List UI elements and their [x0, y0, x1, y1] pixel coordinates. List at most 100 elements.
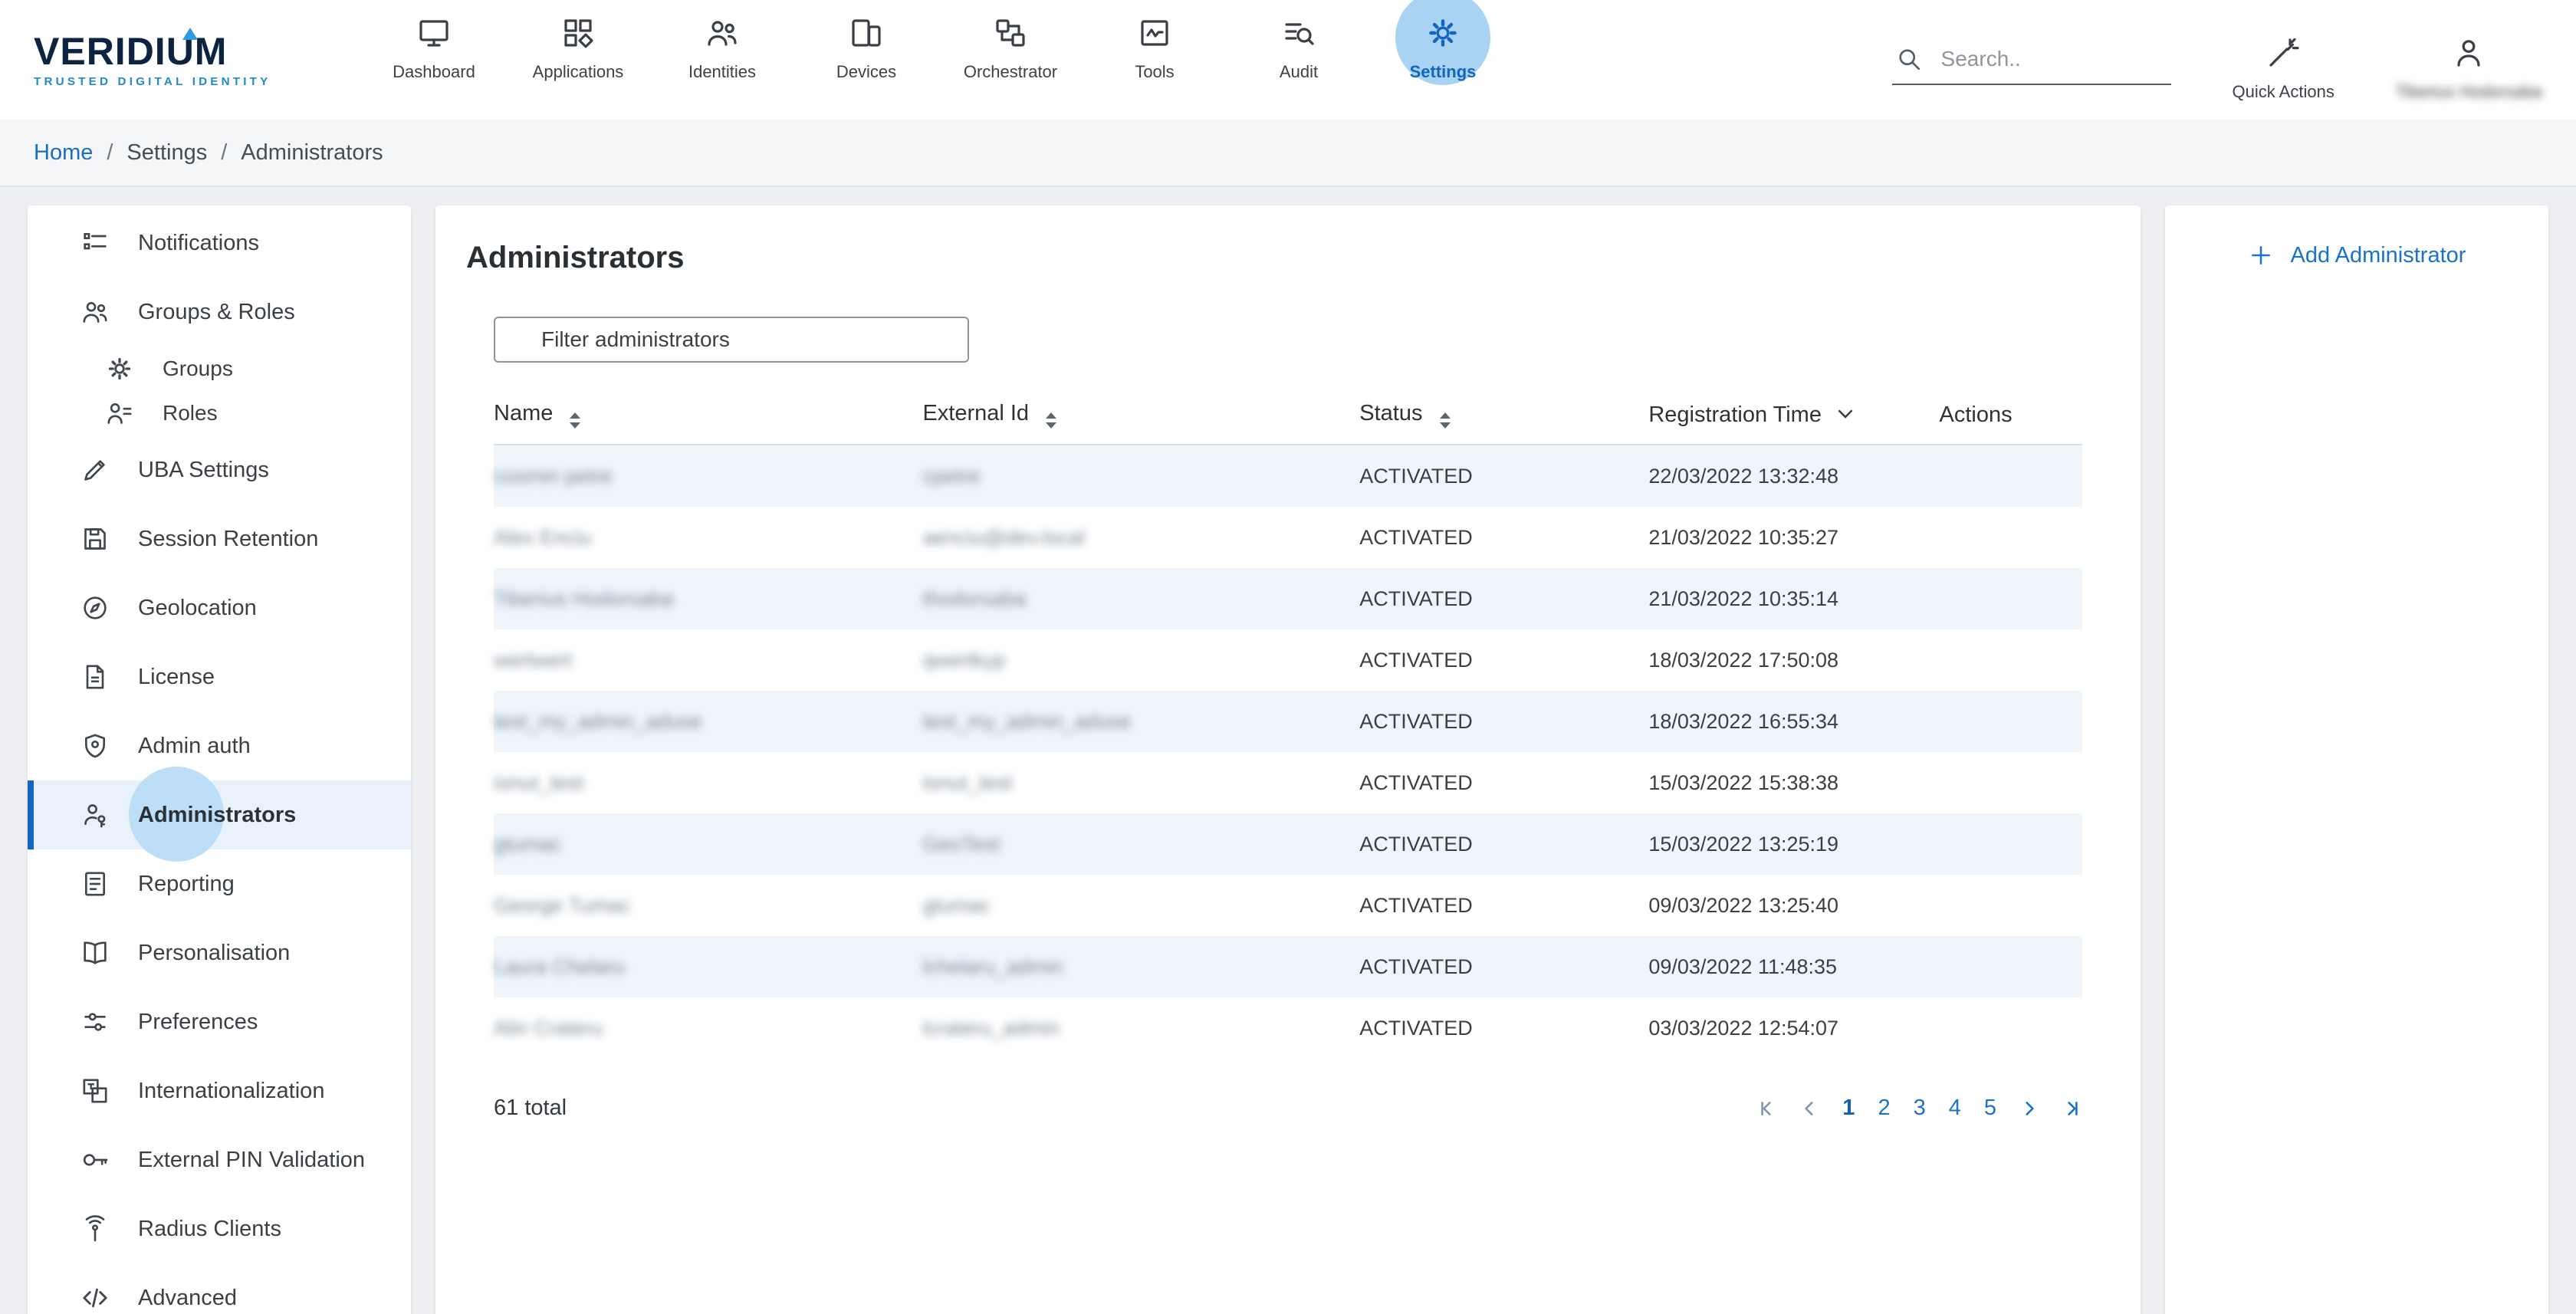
cell-name: Alex Enciu: [494, 507, 922, 568]
code-icon: [80, 1283, 110, 1313]
sidebar-item-advanced[interactable]: Advanced: [28, 1263, 411, 1314]
cell-actions: [1940, 629, 2083, 691]
cell-actions: [1940, 568, 2083, 629]
cell-external-id: thodorsaba: [922, 568, 1359, 629]
open-book-icon: [80, 938, 110, 968]
quick-actions-button[interactable]: Quick Actions: [2233, 27, 2334, 102]
sidebar-item-preferences[interactable]: Preferences: [28, 987, 411, 1056]
table-row: cosmin petre cpetre ACTIVATED 22/03/2022…: [494, 445, 2082, 507]
column-header-name[interactable]: Name: [494, 387, 922, 445]
sidebar-item-admin-auth[interactable]: Admin auth: [28, 711, 411, 780]
breadcrumb-home[interactable]: Home: [34, 140, 93, 166]
cell-actions: [1940, 997, 2083, 1059]
page-body: Notifications Groups & Roles Groups Role…: [0, 187, 2576, 1314]
table-row: gtumac GeoTest ACTIVATED 15/03/2022 13:2…: [494, 813, 2082, 875]
add-administrator-button[interactable]: Add Administrator: [2165, 242, 2548, 268]
breadcrumb-settings[interactable]: Settings: [127, 140, 207, 166]
sidebar-item-groups-roles[interactable]: Groups & Roles: [28, 278, 411, 347]
key-icon: [80, 1145, 110, 1175]
table-header-row: Name External Id Status Registratio: [494, 387, 2082, 445]
sidebar-item-administrators[interactable]: Administrators: [28, 780, 411, 849]
sidebar-item-session-retention[interactable]: Session Retention: [28, 504, 411, 573]
actions-panel: Add Administrator: [2165, 205, 2548, 1314]
column-header-status[interactable]: Status: [1359, 387, 1648, 445]
plus-icon: [2248, 242, 2274, 268]
sidebar-item-groups[interactable]: Groups: [28, 347, 411, 391]
table-body: cosmin petre cpetre ACTIVATED 22/03/2022…: [494, 445, 2082, 1059]
pagination: 1 2 3 4 5: [1756, 1096, 2082, 1121]
page-number-4[interactable]: 4: [1949, 1096, 1961, 1121]
nav-dashboard[interactable]: Dashboard: [362, 0, 506, 125]
sidebar-item-license[interactable]: License: [28, 642, 411, 711]
sidebar-item-geolocation[interactable]: Geolocation: [28, 573, 411, 642]
magic-wand-icon: [2265, 34, 2302, 71]
document-icon: [80, 662, 110, 692]
settings-gear-icon: [1424, 15, 1461, 51]
cell-name: Tiberius Hodorsaba: [494, 568, 922, 629]
sidebar-item-notifications[interactable]: Notifications: [28, 209, 411, 278]
notifications-icon: [80, 228, 110, 258]
pen-icon: [80, 455, 110, 485]
page-number-2[interactable]: 2: [1878, 1096, 1890, 1121]
antenna-icon: [80, 1214, 110, 1244]
sidebar-item-internationalization[interactable]: Internationalization: [28, 1056, 411, 1125]
cell-external-id: lchelaru_admin: [922, 936, 1359, 997]
sidebar-item-personalisation[interactable]: Personalisation: [28, 918, 411, 987]
add-administrator-label: Add Administrator: [2291, 243, 2466, 268]
nav-devices[interactable]: Devices: [794, 0, 938, 125]
search-icon: [1895, 45, 1923, 73]
column-header-actions: Actions: [1940, 387, 2083, 445]
page-number-1[interactable]: 1: [1842, 1096, 1855, 1121]
previous-page-button[interactable]: [1799, 1099, 1819, 1119]
breadcrumb-separator: /: [221, 140, 227, 166]
user-menu[interactable]: Tiberius Hodorsaba: [2396, 27, 2542, 102]
settings-sidebar: Notifications Groups & Roles Groups Role…: [28, 205, 411, 1314]
sidebar-item-uba-settings[interactable]: UBA Settings: [28, 435, 411, 504]
identities-icon: [704, 15, 741, 51]
sidebar-item-roles[interactable]: Roles: [28, 391, 411, 435]
cell-name: George Tumac: [494, 875, 922, 936]
cell-name: ionut_test: [494, 752, 922, 813]
cell-registration-time: 09/03/2022 13:25:40: [1648, 875, 1939, 936]
page-number-3[interactable]: 3: [1914, 1096, 1926, 1121]
cell-status: ACTIVATED: [1359, 507, 1648, 568]
cell-registration-time: 21/03/2022 10:35:27: [1648, 507, 1939, 568]
nav-label: Audit: [1280, 62, 1318, 82]
sidebar-item-radius-clients[interactable]: Radius Clients: [28, 1194, 411, 1263]
last-page-button[interactable]: [2062, 1099, 2082, 1119]
nav-settings[interactable]: Settings: [1371, 0, 1515, 125]
page-number-5[interactable]: 5: [1984, 1096, 1996, 1121]
table-row: Tiberius Hodorsaba thodorsaba ACTIVATED …: [494, 568, 2082, 629]
cell-status: ACTIVATED: [1359, 813, 1648, 875]
column-header-registration-time[interactable]: Registration Time: [1648, 387, 1939, 445]
breadcrumb-current: Administrators: [241, 140, 383, 166]
filter-administrators-input[interactable]: [494, 317, 969, 363]
search-input[interactable]: [1938, 45, 2159, 73]
cell-actions: [1940, 813, 2083, 875]
first-page-button[interactable]: [1756, 1099, 1776, 1119]
nav-label: Identities: [688, 62, 756, 82]
nav-audit[interactable]: Audit: [1227, 0, 1371, 125]
table-row: ionut_test ionut_test ACTIVATED 15/03/20…: [494, 752, 2082, 813]
cell-name: gtumac: [494, 813, 922, 875]
cell-name: wertwert: [494, 629, 922, 691]
audit-icon: [1280, 15, 1317, 51]
nav-tools[interactable]: Tools: [1083, 0, 1227, 125]
cell-registration-time: 21/03/2022 10:35:14: [1648, 568, 1939, 629]
column-header-external-id[interactable]: External Id: [922, 387, 1359, 445]
cell-status: ACTIVATED: [1359, 875, 1648, 936]
sort-icon: [1046, 412, 1056, 429]
nav-identities[interactable]: Identities: [650, 0, 794, 125]
sidebar-item-reporting[interactable]: Reporting: [28, 849, 411, 918]
cell-registration-time: 09/03/2022 11:48:35: [1648, 936, 1939, 997]
sidebar-item-external-pin-validation[interactable]: External PIN Validation: [28, 1125, 411, 1194]
next-page-button[interactable]: [2019, 1099, 2039, 1119]
cell-external-id: cpetre: [922, 445, 1359, 507]
cell-external-id: lcrateru_admin: [922, 997, 1359, 1059]
nav-applications[interactable]: Applications: [506, 0, 650, 125]
report-icon: [80, 869, 110, 899]
nav-orchestrator[interactable]: Orchestrator: [938, 0, 1083, 125]
nav-label: Orchestrator: [964, 62, 1057, 82]
cell-actions: [1940, 507, 2083, 568]
veridium-logo[interactable]: VERIDIUM TRUSTED DIGITAL IDENTITY: [34, 32, 310, 88]
